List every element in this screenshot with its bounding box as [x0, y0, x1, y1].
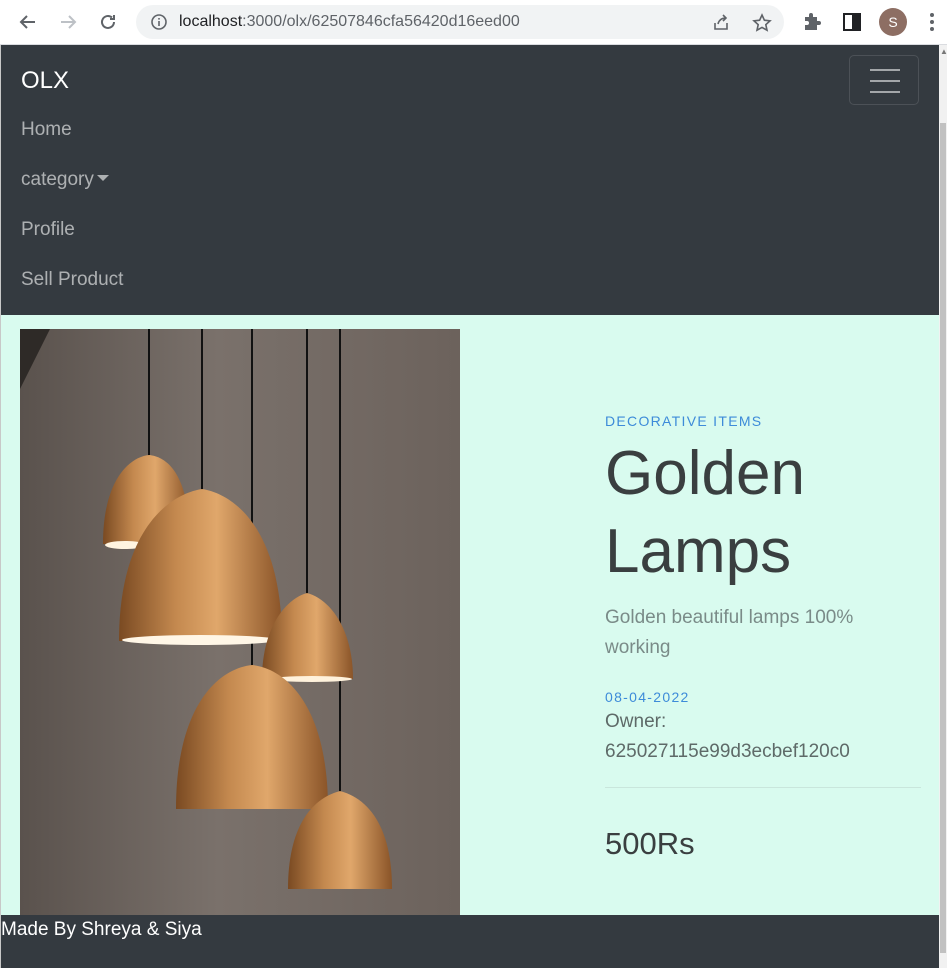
product-title: Golden Lamps: [605, 439, 805, 586]
footer-credits: Made By Shreya & Siya: [1, 919, 202, 940]
product-owner: Owner: 625027115e99d3ecbef120c0: [605, 707, 921, 767]
product-description: Golden beautiful lamps 100% working: [605, 607, 854, 658]
brand-logo[interactable]: OLX: [21, 67, 69, 95]
nav-links: Home category Profile Sell Product: [21, 105, 123, 305]
scroll-up-icon[interactable]: ▲: [940, 47, 947, 56]
forward-arrow-icon[interactable]: [55, 9, 81, 35]
info-icon[interactable]: [150, 13, 168, 31]
site-navbar: OLX Home category Profile Sell Product: [1, 45, 939, 315]
nav-link-home[interactable]: Home: [21, 105, 123, 155]
share-icon[interactable]: [711, 13, 731, 33]
more-menu-icon[interactable]: [922, 10, 942, 34]
reload-icon[interactable]: [95, 9, 121, 35]
product-category: DECORATIVE ITEMS: [605, 413, 763, 429]
side-panel-icon[interactable]: [841, 11, 863, 33]
bookmark-star-icon[interactable]: [752, 13, 772, 33]
url-text: localhost:3000/olx/62507846cfa56420d16ee…: [179, 13, 520, 30]
profile-avatar[interactable]: S: [879, 8, 907, 36]
browser-toolbar: localhost:3000/olx/62507846cfa56420d16ee…: [0, 0, 947, 45]
divider: [605, 787, 921, 788]
page-viewport: OLX Home category Profile Sell Product D…: [0, 45, 939, 968]
navbar-toggler-button[interactable]: [849, 55, 919, 105]
vertical-scrollbar[interactable]: ▲: [939, 45, 947, 968]
caret-down-icon: [96, 174, 109, 181]
product-price: 500Rs: [605, 826, 695, 861]
address-bar[interactable]: localhost:3000/olx/62507846cfa56420d16ee…: [136, 5, 784, 39]
owner-id: 625027115e99d3ecbef120c0: [605, 741, 850, 762]
back-arrow-icon[interactable]: [15, 9, 41, 35]
nav-link-sell-product[interactable]: Sell Product: [21, 255, 123, 305]
scrollbar-thumb[interactable]: [940, 123, 946, 953]
nav-link-category-dropdown[interactable]: category: [21, 155, 123, 205]
product-details: DECORATIVE ITEMS Golden Lamps Golden beau…: [605, 413, 921, 862]
site-footer: Made By Shreya & Siya: [1, 915, 939, 968]
nav-link-profile[interactable]: Profile: [21, 205, 123, 255]
product-date: 08-04-2022: [605, 689, 690, 705]
extensions-puzzle-icon[interactable]: [801, 11, 823, 33]
owner-label: Owner:: [605, 711, 667, 732]
product-image: [20, 329, 460, 919]
product-section: DECORATIVE ITEMS Golden Lamps Golden beau…: [1, 315, 939, 919]
